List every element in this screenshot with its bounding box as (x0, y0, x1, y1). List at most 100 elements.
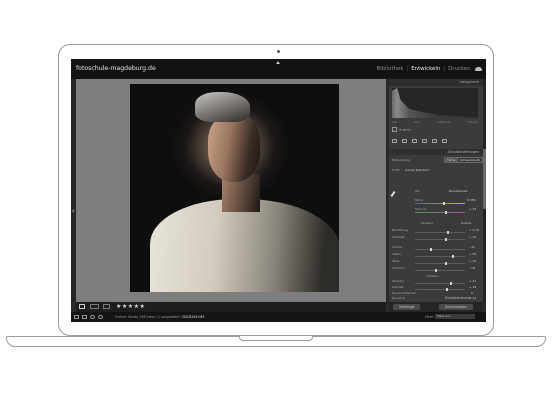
brush-icon[interactable] (442, 139, 447, 143)
highlights-label: Lichter (392, 245, 403, 249)
panel-scroll-thumb[interactable] (483, 149, 486, 209)
tone-curve-title[interactable]: Gradationskurve (445, 296, 471, 300)
before-after-split-icon[interactable] (103, 304, 110, 309)
shadows-knob[interactable] (452, 255, 454, 258)
contrast-knob[interactable] (445, 238, 447, 241)
basic-title: Grundeinstellungen (447, 150, 479, 154)
portrait-photo[interactable] (130, 84, 339, 292)
filmstrip-loupe-icon[interactable] (82, 315, 87, 319)
graduated-filter-icon[interactable] (422, 139, 427, 143)
histogram (392, 88, 478, 118)
contrast-label: Kontrast (392, 235, 405, 239)
laptop-notch (239, 336, 313, 341)
file-name: DSC8294.NEF (182, 315, 205, 319)
expand-left-icon[interactable] (72, 209, 74, 213)
tint-knob[interactable] (445, 211, 447, 214)
cloud-icon[interactable] (475, 67, 482, 71)
photo-shirt (150, 199, 339, 292)
highlights-value[interactable]: - 41 (469, 245, 475, 249)
wb-value[interactable]: Benutzerdef. (449, 189, 468, 193)
profile-label: Profil (392, 168, 400, 172)
previous-button[interactable]: Vorherige (393, 304, 421, 310)
module-drucken[interactable]: Drucken (447, 66, 472, 72)
module-bibliothek[interactable]: Bibliothek (375, 66, 405, 72)
tint-label: Tönung (415, 207, 426, 211)
vibrance-label: Dynamik (392, 296, 406, 300)
exif-shutter: 1/160 Sek (437, 120, 452, 124)
whites-slider[interactable] (415, 262, 465, 265)
before-after-icon[interactable] (90, 304, 99, 309)
view-toolbar: ★★★★★ (76, 302, 386, 312)
filmstrip-grid-icon[interactable] (74, 315, 79, 319)
temp-value[interactable]: 5.350 (467, 198, 476, 202)
exif-info: ISO f/3.5 1/160 Sek 50 mm (392, 120, 478, 124)
whites-knob[interactable] (445, 262, 447, 265)
filmstrip-bar: Ordner: Studio 198 Fotos / 1 ausgewählt … (71, 312, 486, 322)
clarity-label: Klarheit (392, 285, 404, 289)
shadows-label: Tiefen (392, 252, 402, 256)
texture-value[interactable]: + 41 (469, 279, 476, 283)
histogram-title: Histogramm (459, 80, 479, 84)
profile-value[interactable]: Adobe Standard (405, 168, 429, 172)
tool-strip (392, 137, 478, 145)
module-entwickeln[interactable]: Entwickeln (410, 66, 442, 72)
filter-label: Filter: (425, 315, 434, 319)
back-icon[interactable] (90, 315, 95, 319)
original-photo-checkbox[interactable]: Original (392, 127, 411, 132)
whites-label: Weiß (392, 259, 400, 263)
spot-removal-icon[interactable] (402, 139, 407, 143)
histogram-header[interactable]: Histogramm (389, 79, 483, 86)
whites-value[interactable]: + 20 (469, 259, 476, 263)
radial-filter-icon[interactable] (432, 139, 437, 143)
exposure-value[interactable]: + 0,70 (469, 228, 479, 232)
tint-slider[interactable] (415, 211, 465, 214)
texture-knob[interactable] (450, 282, 452, 285)
reset-button[interactable]: Zurücksetzen (439, 304, 473, 310)
temp-label: Temp (415, 198, 423, 202)
exposure-slider[interactable] (415, 231, 465, 234)
wb-label: WA (415, 189, 420, 193)
blacks-value[interactable]: - 18 (469, 266, 475, 270)
collapse-top-icon[interactable] (276, 61, 280, 64)
clarity-knob[interactable] (446, 288, 448, 291)
eyedropper-icon[interactable] (390, 190, 396, 198)
forward-icon[interactable] (98, 315, 103, 319)
dehaze-label: Dunst entfernen (392, 291, 417, 295)
texture-label: Struktur (392, 279, 405, 283)
red-eye-icon[interactable] (412, 139, 417, 143)
clarity-value[interactable]: + 26 (469, 285, 476, 289)
highlights-slider[interactable] (415, 248, 465, 251)
auto-button[interactable]: Autom. (461, 221, 472, 225)
dehaze-value[interactable]: 0 (471, 291, 473, 295)
texture-slider[interactable] (415, 282, 465, 285)
photo-hair (195, 92, 250, 122)
source-folder[interactable]: Ordner: Studio (115, 315, 138, 319)
contrast-value[interactable]: + 24 (469, 235, 476, 239)
shadows-slider[interactable] (415, 255, 465, 258)
exposure-knob[interactable] (447, 231, 449, 234)
basic-header[interactable]: Grundeinstellungen (389, 149, 483, 155)
photo-canvas (76, 79, 386, 302)
tint-value[interactable]: + 15 (469, 207, 476, 211)
exif-focal: 50 mm (468, 120, 478, 124)
contrast-slider[interactable] (415, 238, 465, 241)
temp-slider[interactable] (415, 202, 465, 205)
temp-knob[interactable] (443, 202, 445, 205)
star-rating[interactable]: ★★★★★ (116, 303, 145, 310)
presence-label: Präsenz (427, 274, 439, 278)
blacks-label: Schwarz (392, 266, 405, 270)
blacks-knob[interactable] (435, 269, 437, 272)
blacks-slider[interactable] (415, 269, 465, 272)
panel-footer: Gradationskurve Vorherige Zurücksetzen (389, 296, 483, 312)
photo-count: 198 Fotos / 1 ausgewählt / (139, 315, 182, 319)
module-picker: Bibliothek | Entwickeln | Drucken (375, 66, 472, 72)
treatment-bw-tab[interactable]: Schwarzweiß (457, 157, 483, 163)
filter-dropdown[interactable]: Filter aus (435, 314, 475, 319)
module-separator: | (443, 66, 446, 72)
laptop-screen: fotoschule-magdeburg.de Bibliothek | Entwi… (71, 59, 486, 322)
crop-icon[interactable] (392, 139, 397, 143)
shadows-value[interactable]: + 50 (469, 252, 476, 256)
clarity-slider[interactable] (415, 288, 465, 291)
highlights-knob[interactable] (430, 248, 432, 251)
loupe-view-icon[interactable] (79, 304, 85, 309)
